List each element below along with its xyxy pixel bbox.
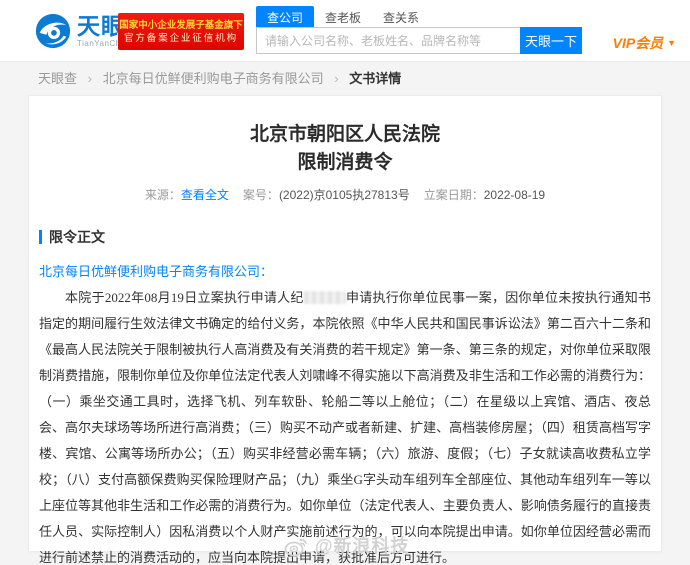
- filing-date-label: 立案日期：: [424, 188, 484, 202]
- tianyancha-eye-icon: [34, 12, 72, 50]
- view-fulltext-link[interactable]: 查看全文: [181, 188, 229, 202]
- tab-search-relation[interactable]: 查关系: [372, 6, 430, 29]
- tab-search-boss[interactable]: 查老板: [314, 6, 372, 29]
- breadcrumb: 天眼查 › 北京每日优鲜便利购电子商务有限公司 › 文书详情: [38, 64, 401, 94]
- source-label: 来源：: [145, 188, 181, 202]
- top-navigation-bar: 天眼查 TianYanCha.com 国家中小企业发展子基金旗下 官方备案企业征…: [0, 0, 690, 62]
- breadcrumb-separator: ›: [88, 71, 92, 86]
- vip-label: VIP会员: [613, 35, 664, 51]
- addressee-company-link[interactable]: 北京每日优鲜便利购电子商务有限公司：: [39, 259, 651, 285]
- order-type: 限制消费令: [29, 149, 661, 177]
- breadcrumb-home[interactable]: 天眼查: [38, 71, 77, 86]
- filing-date: 2022-08-19: [484, 188, 545, 202]
- document-card: 北京市朝阳区人民法院 限制消费令 来源：查看全文案号：(2022)京0105执2…: [28, 95, 662, 552]
- vip-member-menu[interactable]: VIP会员 ▼: [613, 33, 676, 53]
- paragraph1-after-redaction: 申请执行你单位民事一案，因你单位未按执行通知书指定的期间履行生效法律文书确定的给…: [39, 290, 651, 565]
- court-name: 北京市朝阳区人民法院: [29, 121, 661, 149]
- section-header: 限令正文: [39, 227, 661, 247]
- certification-badge: 国家中小企业发展子基金旗下 官方备案企业征信机构: [118, 13, 244, 50]
- badge-line1: 国家中小企业发展子基金旗下: [119, 19, 243, 31]
- case-number: (2022)京0105执27813号: [279, 188, 410, 202]
- badge-line2: 官方备案企业征信机构: [124, 32, 238, 44]
- search-input[interactable]: [256, 27, 520, 54]
- section-title: 限令正文: [49, 227, 105, 247]
- order-paragraph-1: 本院于2022年08月19日立案执行申请人纪申请执行你单位民事一案，因你单位未按…: [39, 285, 651, 565]
- search-tabs: 查公司 查老板 查关系: [256, 6, 430, 29]
- section-accent-bar: [39, 230, 42, 244]
- order-body-text: 北京每日优鲜便利购电子商务有限公司： 本院于2022年08月19日立案执行申请人…: [39, 259, 651, 565]
- case-number-label: 案号：: [243, 188, 279, 202]
- tab-search-company[interactable]: 查公司: [256, 6, 314, 29]
- document-meta: 来源：查看全文案号：(2022)京0105执27813号立案日期：2022-08…: [29, 186, 661, 203]
- search-bar: 天眼一下: [256, 27, 582, 54]
- breadcrumb-company[interactable]: 北京每日优鲜便利购电子商务有限公司: [103, 71, 324, 86]
- breadcrumb-separator: ›: [334, 71, 338, 86]
- breadcrumb-current-page: 文书详情: [349, 71, 401, 86]
- redacted-name-blur: [304, 291, 346, 304]
- search-button[interactable]: 天眼一下: [520, 27, 582, 54]
- chevron-down-icon: ▼: [667, 38, 676, 48]
- paragraph1-before-redaction: 本院于2022年08月19日立案执行申请人纪: [65, 290, 304, 305]
- document-title: 北京市朝阳区人民法院 限制消费令: [29, 121, 661, 177]
